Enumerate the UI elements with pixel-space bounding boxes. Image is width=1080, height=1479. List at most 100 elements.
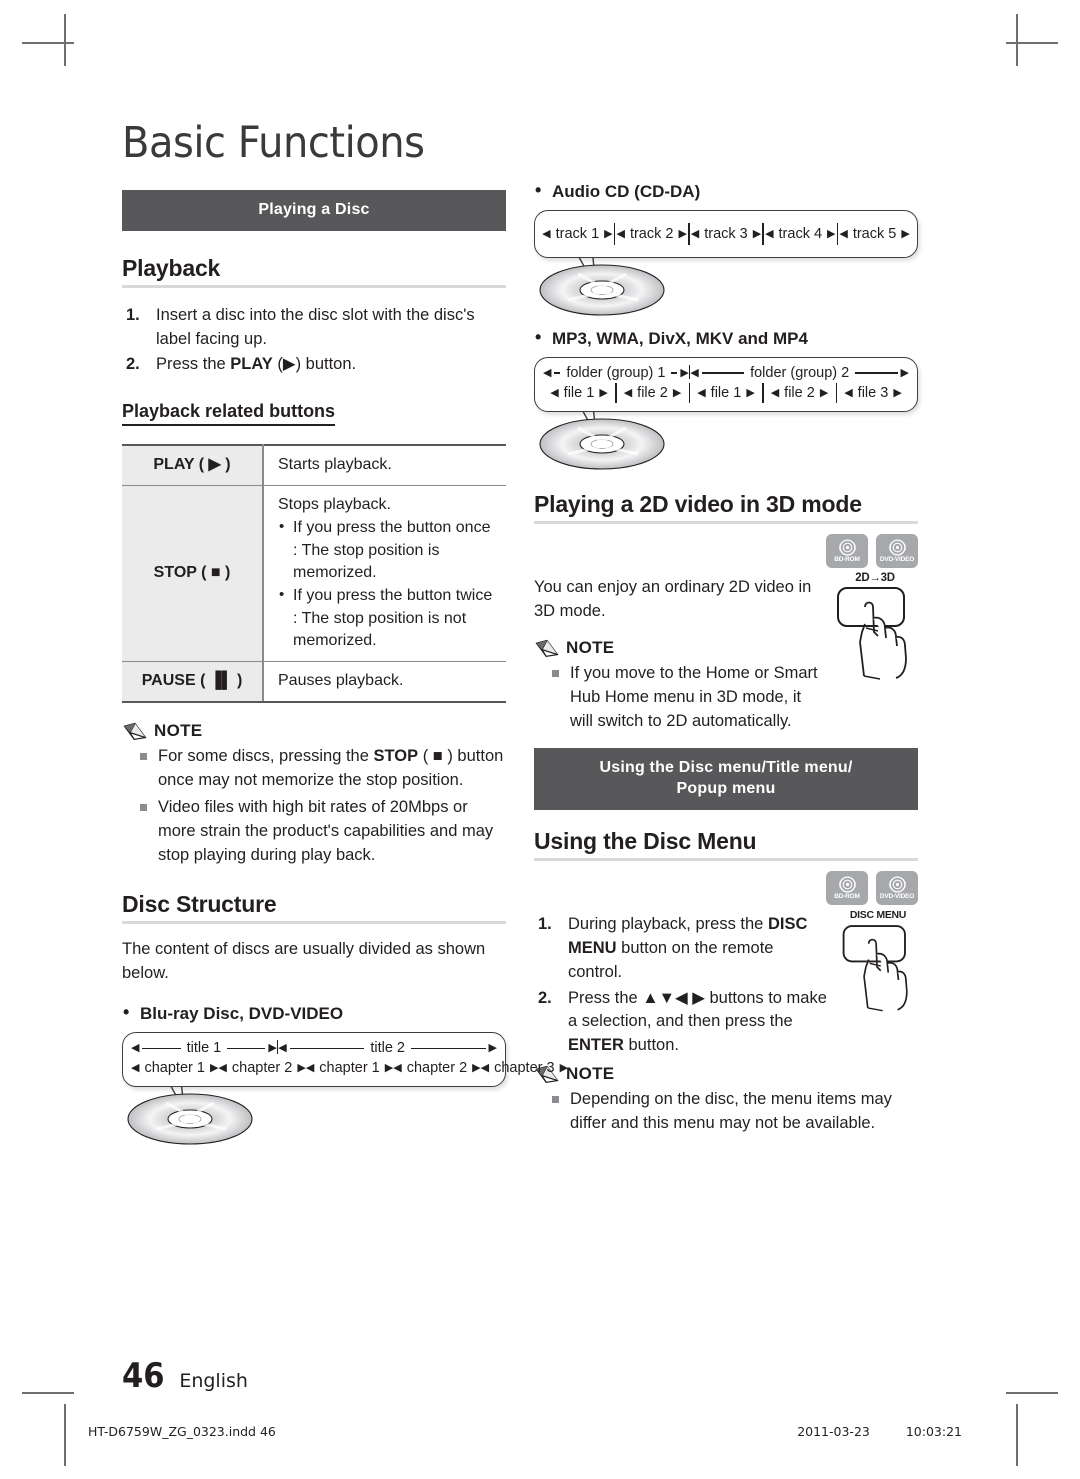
arrow-right-icon: ▶ — [472, 1061, 481, 1074]
diagram-track-row: ◀ track 1 ▶ ◀ track 2 ▶ ◀ track 3 ▶ ◀ track 4 ▶ … — [541, 223, 911, 245]
arrow-right-icon: ▶ — [297, 1061, 306, 1074]
footer-time: 10:03:21 — [905, 1424, 962, 1439]
title-label: title 1 — [186, 1040, 222, 1057]
note-item: If you move to the Home or Smart Hub Hom… — [534, 662, 822, 734]
step-number: 1. — [538, 914, 552, 933]
arrow-right-icon: ▶ — [752, 227, 762, 240]
disc-badge-icon — [838, 539, 856, 556]
disc-icon — [539, 418, 665, 470]
disc-icon — [127, 1093, 253, 1145]
bullet-bluray-dvdvideo: Blu-ray Disc, DVD-VIDEO — [122, 1002, 506, 1024]
track-label: track 5 — [852, 226, 897, 242]
file-segment: ◀ file 1 ▶ — [690, 385, 762, 401]
band-line-2: Popup menu — [676, 780, 776, 798]
arrow-left-icon: ◀ — [839, 227, 848, 240]
arrow-left-icon: ◀ — [218, 1061, 227, 1074]
badge-label: BD-ROM — [834, 555, 860, 563]
media-badges-2d3d: BD-ROM DVD-VIDEO — [534, 534, 918, 568]
arrow-right-icon: ▶ — [678, 227, 687, 240]
file-segment: ◀ file 3 ▶ — [837, 385, 909, 401]
note-keyword: STOP — [373, 746, 419, 765]
disc-icon — [539, 264, 665, 316]
arrow-right-icon: ▶ — [746, 386, 755, 399]
footer-stamp: 2011-03-23 10:03:21 — [797, 1424, 962, 1439]
arrow-left-icon: ◀ — [543, 366, 552, 379]
chapter-label: chapter 1 — [144, 1060, 205, 1077]
table-cell-key: PAUSE ( ▐▌ ) — [122, 661, 264, 703]
badge-label: DVD-VIDEO — [879, 555, 915, 563]
playback-step-1: 1. Insert a disc into the disc slot with … — [122, 304, 506, 352]
step-text-before: Press the ▲▼◀ ▶ buttons to make a select… — [568, 988, 827, 1031]
arrow-right-icon: ▶ — [672, 386, 682, 399]
diagram-file-row: ◀ file 1 ▶ ◀ file 2 ▶ ◀ file 1 ▶ ◀ file 2 ▶ ◀ fil… — [543, 383, 909, 403]
heading-playback-related-buttons: Playback related buttons — [122, 401, 336, 427]
key-symbol-wrap: ( ▶ ) — [198, 456, 231, 474]
disc-illustration — [126, 1085, 506, 1152]
arrow-right-icon: ▶ — [900, 366, 909, 379]
heading-playing-2d-in-3d: Playing a 2D video in 3D mode — [534, 491, 918, 524]
page-number: 46 — [122, 1356, 165, 1396]
stop-icon: ■ — [210, 564, 221, 582]
note-item: For some discs, pressing the STOP ( ■ ) … — [122, 745, 506, 793]
arrow-left-icon: ◀ — [550, 386, 559, 399]
title-label: title 2 — [370, 1040, 405, 1057]
desc-bullet: If you press the button twice : The stop… — [278, 584, 496, 653]
disc-illustration — [538, 410, 918, 477]
arrow-left-icon: ◀ — [542, 227, 551, 240]
chapter-label: chapter 1 — [319, 1060, 380, 1077]
note-header: NOTE — [534, 638, 822, 658]
arrow-left-icon: ◀ — [131, 1041, 140, 1054]
2d3d-content-flow: You can enjoy an ordinary 2D video in 3D… — [534, 572, 918, 734]
track-segment: ◀ track 1 ▶ — [541, 226, 614, 242]
step-text-after: (▶) button. — [272, 355, 357, 374]
manual-page: Basic Functions Playing a Disc Playback … — [0, 0, 1080, 1479]
playback-steps: 1. Insert a disc into the disc slot with … — [122, 304, 506, 378]
step-text: Insert a disc into the disc slot with th… — [156, 305, 475, 348]
badge-label: BD-ROM — [834, 892, 860, 900]
heading-disc-structure: Disc Structure — [122, 891, 506, 925]
arrow-right-icon: ▶ — [488, 1041, 497, 1054]
arrow-left-icon: ◀ — [770, 386, 780, 399]
diagram-mp3-structure: ◀ folder (group) 1 ▶ ◀ folder (group) 2 ▶ ◀ f… — [534, 357, 918, 477]
file-label: file 2 — [784, 385, 815, 401]
step-text-before: During playback, press the — [568, 914, 768, 933]
arrow-left-icon: ◀ — [623, 386, 633, 399]
disc-badge-icon — [888, 539, 906, 556]
step-number: 2. — [126, 355, 140, 374]
table-cell-key: STOP ( ■ ) — [122, 485, 264, 662]
table-row: PLAY ( ▶ ) Starts playback. — [122, 444, 506, 486]
disc-menu-steps: 1. During playback, press the DISC MENU b… — [534, 913, 828, 1059]
arrow-right-icon: ▶ — [559, 1061, 569, 1074]
pencil-icon — [535, 639, 559, 657]
footer-rule-left — [64, 1404, 66, 1438]
arrow-left-icon: ◀ — [765, 227, 774, 240]
diagram-balloon: ◀ folder (group) 1 ▶ ◀ folder (group) 2 ▶ ◀ f… — [534, 357, 918, 412]
media-badges-disc-menu: BD-ROM DVD-VIDEO — [534, 870, 918, 905]
page-language: English — [179, 1370, 248, 1392]
heading-using-disc-menu: Using the Disc Menu — [534, 828, 918, 861]
badge-label: DVD-VIDEO — [879, 892, 915, 900]
arrow-left-icon: ◀ — [480, 1061, 490, 1074]
crop-mark-top-left-v — [64, 14, 66, 66]
note-item: Video files with high bit rates of 20Mbp… — [122, 796, 506, 868]
arrow-right-icon: ▶ — [599, 386, 608, 399]
bullet-audio-cd: Audio CD (CD-DA) — [534, 180, 918, 202]
note-list-2d3d: If you move to the Home or Smart Hub Hom… — [534, 662, 822, 734]
arrow-left-icon: ◀ — [278, 1041, 287, 1054]
chapter-segment: ◀ chapter 2 ▶ — [218, 1060, 305, 1076]
track-label: track 1 — [555, 226, 600, 242]
file-segment: ◀ file 2 ▶ — [617, 385, 689, 401]
chapter-label: chapter 2 — [231, 1060, 293, 1077]
bullet-mp3-wma: MP3, WMA, DivX, MKV and MP4 — [534, 327, 918, 349]
left-column: Playing a Disc Playback 1. Insert a disc … — [122, 190, 568, 1152]
note-item: Depending on the disc, the menu items ma… — [534, 1088, 918, 1136]
crop-mark-top-right-v — [1016, 14, 1018, 66]
step-text-after: button. — [623, 1036, 679, 1055]
disc-menu-content-flow: 1. During playback, press the DISC MENU b… — [534, 909, 918, 1059]
track-segment: ◀ track 2 ▶ — [615, 226, 688, 242]
crop-mark-top-left-h — [22, 42, 74, 44]
folder-span: ◀ folder (group) 1 ▶ — [543, 365, 689, 381]
play-icon: ▶ — [208, 456, 221, 474]
chapter-label: chapter 2 — [406, 1060, 468, 1077]
arrow-right-icon: ▶ — [680, 366, 689, 379]
